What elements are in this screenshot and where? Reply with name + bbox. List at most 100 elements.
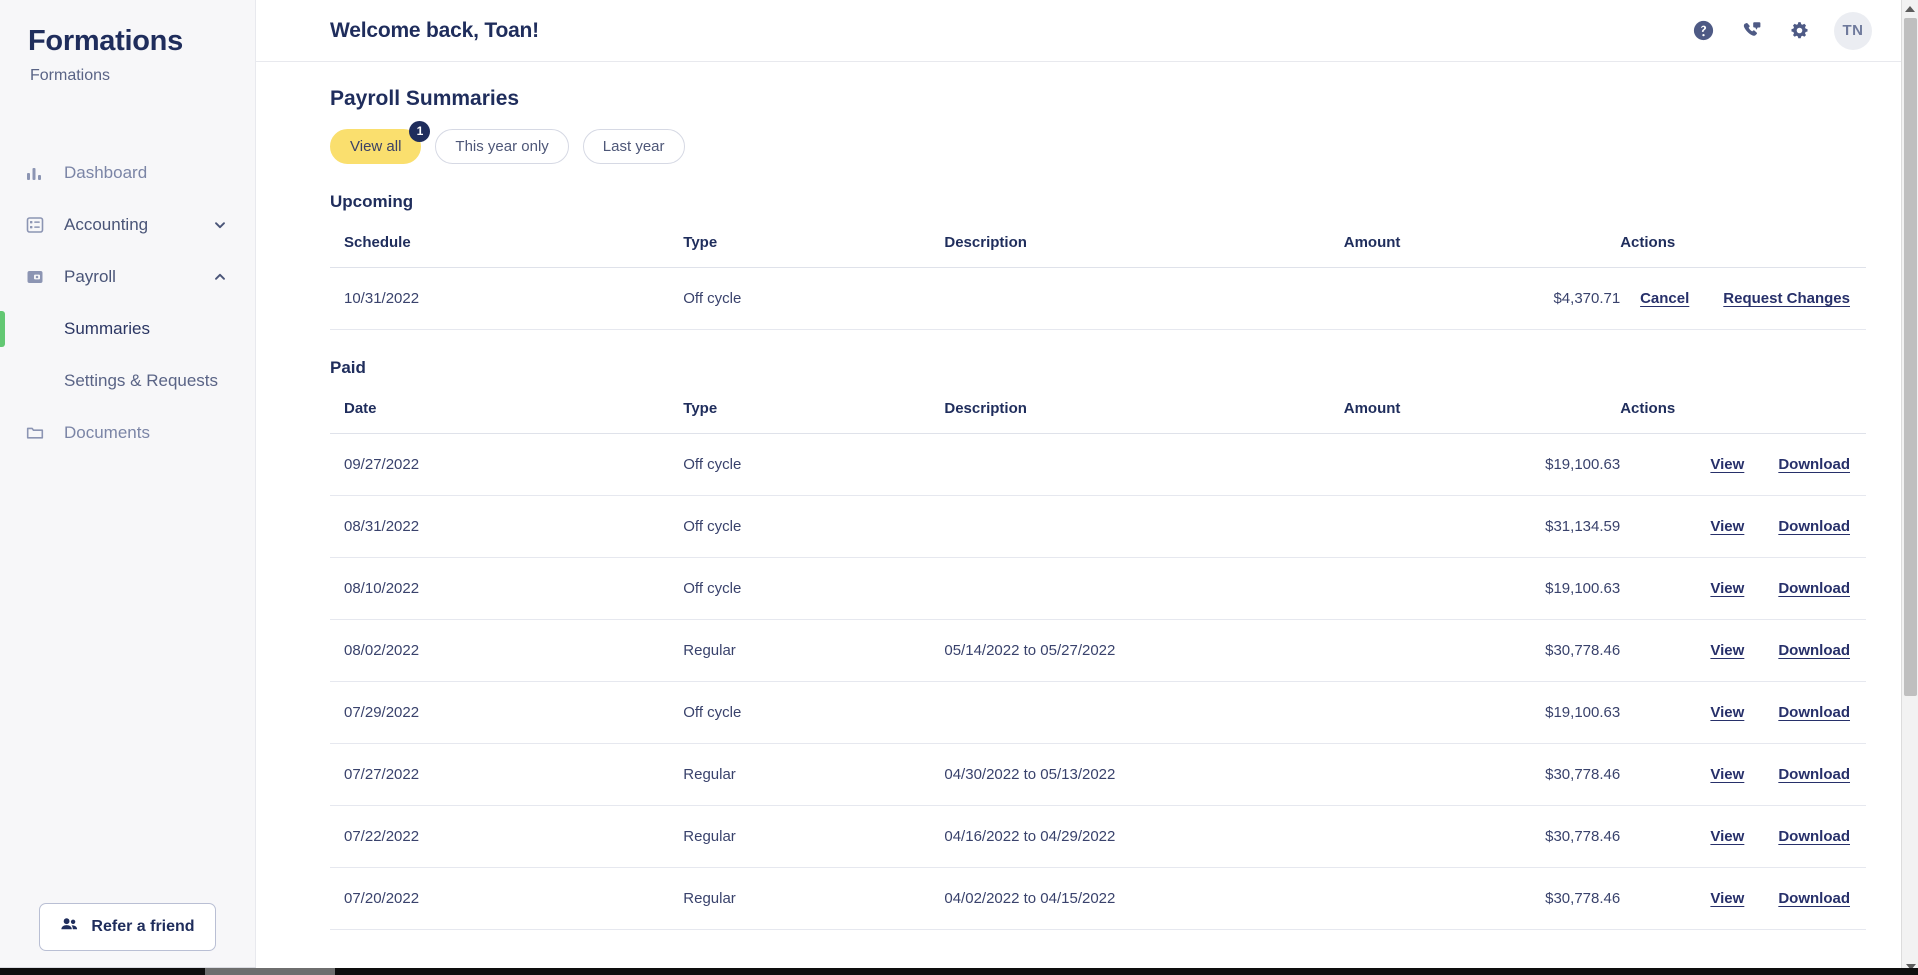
download-link[interactable]: Download (1778, 704, 1850, 721)
column-header-type: Type (683, 386, 945, 434)
download-link[interactable]: Download (1778, 766, 1850, 783)
cell-amount: $19,100.63 (1343, 557, 1621, 620)
request-changes-link[interactable]: Request Changes (1723, 290, 1850, 307)
horizontal-scrollbar-thumb[interactable] (205, 968, 335, 975)
avatar-initials: TN (1842, 22, 1864, 39)
cell-description: 04/02/2022 to 04/15/2022 (944, 867, 1344, 930)
cell-amount: $19,100.63 (1343, 433, 1621, 496)
view-link[interactable]: View (1710, 642, 1744, 659)
sidebar-item-dashboard[interactable]: Dashboard (0, 147, 255, 199)
sidebar-item-summaries[interactable]: Summaries (0, 303, 255, 355)
cell-actions: View Download (1620, 557, 1866, 620)
cell-description (944, 267, 1344, 330)
cell-amount: $30,778.46 (1343, 619, 1621, 682)
sidebar-item-documents[interactable]: Documents (0, 407, 255, 459)
sidebar-item-label: Payroll (64, 267, 116, 286)
sidebar-item-accounting[interactable]: Accounting (0, 199, 255, 251)
column-header-description: Description (944, 386, 1344, 434)
organization-name: Formations (30, 67, 111, 84)
avatar[interactable]: TN (1834, 11, 1872, 50)
cell-type: Regular (683, 619, 945, 682)
cell-date: 07/20/2022 (330, 867, 684, 930)
table-row: 07/29/2022 Off cycle $19,100.63 View Downloa… (330, 681, 1866, 744)
cell-amount: $4,370.71 (1343, 267, 1621, 330)
welcome-message: Welcome back, Toan! (330, 18, 539, 42)
filter-count-badge: 1 (409, 120, 431, 142)
view-link[interactable]: View (1710, 456, 1744, 473)
bar-chart-icon (24, 162, 46, 184)
scroll-up-arrow[interactable] (1902, 0, 1918, 17)
refer-a-friend-button[interactable]: Refer a friend (39, 903, 216, 951)
brand-logo: Formations (28, 25, 183, 57)
cell-amount: $30,778.46 (1343, 867, 1621, 930)
refer-a-friend-label: Refer a friend (91, 918, 195, 935)
view-link[interactable]: View (1710, 704, 1744, 721)
help-icon[interactable] (1690, 18, 1716, 44)
sidebar-footer: Refer a friend (0, 903, 255, 975)
paid-table-header: Date Type Description Amount Actions (330, 386, 1866, 434)
row-actions: View Download (1620, 642, 1850, 659)
sidebar-item-settings-requests[interactable]: Settings & Requests (0, 355, 255, 407)
cell-description: 04/30/2022 to 05/13/2022 (944, 743, 1344, 806)
cell-actions: View Download (1620, 867, 1866, 930)
vertical-scrollbar[interactable] (1901, 0, 1918, 975)
folder-icon (24, 422, 46, 444)
filter-last-year[interactable]: Last year (582, 128, 685, 164)
filter-view-all[interactable]: View all 1 (330, 120, 431, 164)
table-header-row: Date Type Description Amount Actions (330, 386, 1866, 434)
cell-amount: $31,134.59 (1343, 495, 1621, 558)
filter-label: This year only (455, 137, 549, 155)
filter-this-year-only[interactable]: This year only (435, 128, 569, 164)
view-link[interactable]: View (1710, 828, 1744, 845)
cell-type: Regular (683, 867, 945, 930)
table-row: 07/20/2022 Regular 04/02/2022 to 04/15/202… (330, 867, 1866, 930)
chevron-up-icon[interactable] (211, 268, 229, 286)
sidebar-item-label: Dashboard (64, 163, 148, 182)
view-link[interactable]: View (1710, 518, 1744, 535)
cancel-link[interactable]: Cancel (1640, 290, 1689, 307)
table-row: 09/27/2022 Off cycle $19,100.63 View Downloa… (330, 433, 1866, 496)
table-row: 10/31/2022 Off cycle $4,370.71 Cancel Re… (330, 267, 1866, 330)
view-link[interactable]: View (1710, 890, 1744, 907)
view-link[interactable]: View (1710, 580, 1744, 597)
download-link[interactable]: Download (1778, 580, 1850, 597)
cell-actions: View Download (1620, 495, 1866, 558)
scrollbar-thumb[interactable] (1904, 18, 1917, 696)
cell-schedule: 10/31/2022 (330, 267, 684, 330)
column-header-type: Type (683, 220, 945, 268)
cell-description (944, 495, 1344, 558)
horizontal-scrollbar[interactable] (0, 968, 1918, 975)
row-actions: Cancel Request Changes (1620, 290, 1850, 307)
view-link[interactable]: View (1710, 766, 1744, 783)
download-link[interactable]: Download (1778, 456, 1850, 473)
sidebar-item-label: Accounting (64, 215, 149, 234)
download-link[interactable]: Download (1778, 518, 1850, 535)
table-header-row: Schedule Type Description Amount Actions (330, 220, 1866, 268)
page-body: Payroll Summaries View all 1 This year o… (256, 62, 1918, 930)
cell-actions: View Download (1620, 743, 1866, 806)
download-link[interactable]: Download (1778, 890, 1850, 907)
column-header-schedule: Schedule (330, 220, 684, 268)
cell-amount: $19,100.63 (1343, 681, 1621, 744)
cell-type: Off cycle (683, 681, 945, 744)
topbar: Welcome back, Toan! TN (256, 0, 1918, 62)
cell-description (944, 557, 1344, 620)
paid-table-body: 09/27/2022 Off cycle $19,100.63 View Downloa… (330, 433, 1866, 930)
download-link[interactable]: Download (1778, 828, 1850, 845)
cell-description: 05/14/2022 to 05/27/2022 (944, 619, 1344, 682)
filter-pill-group: View all 1 This year only Last year (330, 120, 1866, 164)
cell-actions: View Download (1620, 681, 1866, 744)
cell-date: 08/02/2022 (330, 619, 684, 682)
phone-icon[interactable] (1738, 18, 1764, 44)
gear-icon[interactable] (1786, 18, 1812, 44)
app-root: Formations Formations Dashboard Accounti… (0, 0, 1918, 975)
chevron-down-icon[interactable] (211, 216, 229, 234)
column-header-description: Description (944, 220, 1344, 268)
sidebar-item-payroll[interactable]: Payroll (0, 251, 255, 303)
download-link[interactable]: Download (1778, 642, 1850, 659)
cell-type: Off cycle (683, 495, 945, 558)
sidebar: Formations Formations Dashboard Accounti… (0, 0, 256, 975)
cell-description (944, 433, 1344, 496)
cell-date: 09/27/2022 (330, 433, 684, 496)
row-actions: View Download (1620, 890, 1850, 907)
